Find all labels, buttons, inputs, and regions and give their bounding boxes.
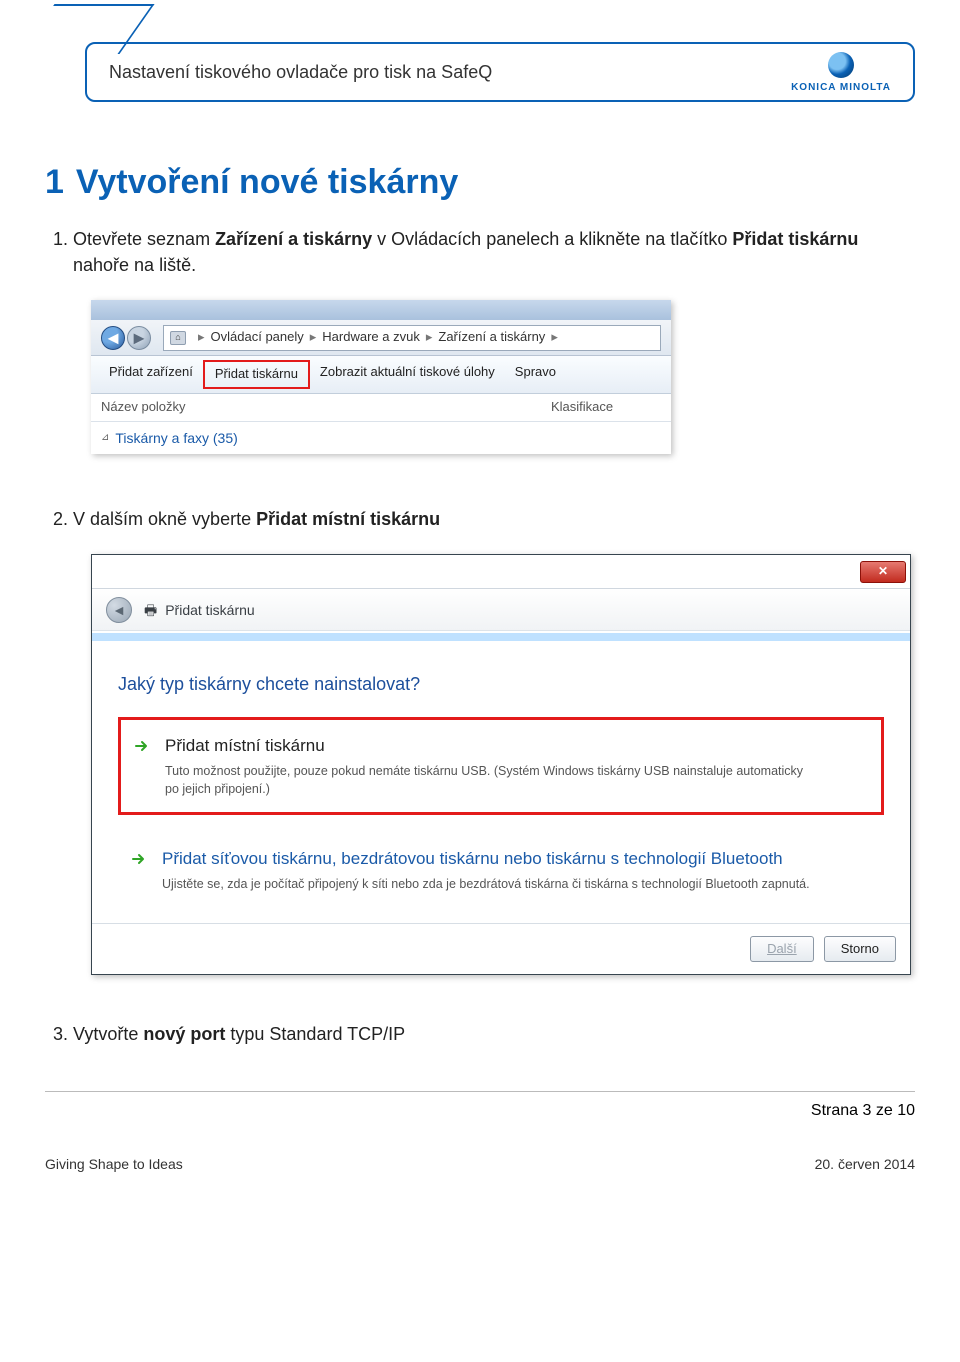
toolbar-show-jobs[interactable]: Zobrazit aktuální tiskové úlohy bbox=[310, 360, 505, 389]
step-3: Vytvořte nový port typu Standard TCP/IP bbox=[73, 1021, 915, 1047]
toolbar-manage[interactable]: Spravo bbox=[505, 360, 566, 389]
option-add-network-printer[interactable]: Přidat síťovou tiskárnu, bezdrátovou tis… bbox=[118, 833, 884, 907]
collapse-caret-icon: ⊿ bbox=[101, 431, 109, 446]
window-close-button[interactable]: ✕ bbox=[860, 561, 906, 583]
option-network-desc: Ujistěte se, zda je počítač připojený k … bbox=[162, 876, 810, 894]
brand-logo: KONICA MINOLTA bbox=[791, 52, 891, 93]
page-footer: Giving Shape to Ideas 20. červen 2014 bbox=[45, 1156, 915, 1172]
column-headers: Název položky Klasifikace bbox=[91, 394, 671, 422]
section-heading: 1 Vytvoření nové tiskárny bbox=[45, 163, 915, 202]
wizard-back-button[interactable]: ◄ bbox=[106, 597, 132, 623]
wizard-body: Jaký typ tiskárny chcete nainstalovat? P… bbox=[92, 657, 910, 923]
printer-icon: 🖶 bbox=[144, 600, 157, 620]
wizard-cancel-button[interactable]: Storno bbox=[824, 936, 896, 962]
wizard-title: Přidat tiskárnu bbox=[165, 600, 254, 620]
explorer-nav-row: ◄ ► ⌂ ▸ Ovládací panely ▸ Hardware a zvu… bbox=[91, 320, 671, 356]
breadcrumb[interactable]: ⌂ ▸ Ovládací panely ▸ Hardware a zvuk ▸ … bbox=[163, 325, 661, 351]
option-network-title: Přidat síťovou tiskárnu, bezdrátovou tis… bbox=[162, 847, 810, 872]
option-local-title: Přidat místní tiskárnu bbox=[165, 734, 815, 759]
option-local-desc: Tuto možnost použijte, pouze pokud nemát… bbox=[165, 763, 815, 798]
footer-rule bbox=[45, 1091, 915, 1092]
option-arrow-icon bbox=[133, 737, 151, 755]
footer-right: 20. červen 2014 bbox=[815, 1156, 915, 1172]
step-2: V dalším okně vyberte Přidat místní tisk… bbox=[73, 506, 915, 975]
col-name[interactable]: Název položky bbox=[101, 398, 551, 417]
step-1: Otevřete seznam Zařízení a tiskárny v Ov… bbox=[73, 226, 915, 454]
option-arrow-icon bbox=[130, 850, 148, 868]
toolbar-add-printer[interactable]: Přidat tiskárnu bbox=[203, 360, 310, 389]
breadcrumb-icon: ⌂ bbox=[170, 331, 186, 345]
wizard-next-button[interactable]: Další bbox=[750, 936, 814, 962]
page-header: Nastavení tiskového ovladače pro tisk na… bbox=[45, 30, 915, 108]
screenshot-devices-and-printers: ◄ ► ⌂ ▸ Ovládací panely ▸ Hardware a zvu… bbox=[91, 300, 671, 454]
category-row-printers[interactable]: ⊿ Tiskárny a faxy (35) bbox=[91, 422, 671, 454]
wizard-footer: Další Storno bbox=[92, 923, 910, 974]
screenshot-add-printer-wizard: ✕ ◄ 🖶 Přidat tiskárnu Jaký typ tiskárny … bbox=[91, 554, 911, 975]
wizard-accent-bar bbox=[92, 633, 910, 641]
header-title: Nastavení tiskového ovladače pro tisk na… bbox=[109, 62, 492, 83]
step-list: Otevřete seznam Zařízení a tiskárny v Ov… bbox=[45, 226, 915, 1047]
wizard-titlebar: ✕ bbox=[92, 555, 910, 589]
nav-back-button[interactable]: ◄ bbox=[101, 326, 125, 350]
wizard-subtitle-bar: ◄ 🖶 Přidat tiskárnu bbox=[92, 589, 910, 631]
brand-text: KONICA MINOLTA bbox=[791, 82, 891, 93]
header-card: Nastavení tiskového ovladače pro tisk na… bbox=[85, 42, 915, 102]
toolbar-add-device[interactable]: Přidat zařízení bbox=[99, 360, 203, 389]
crumb-2[interactable]: Hardware a zvuk bbox=[322, 328, 420, 347]
option-add-local-printer[interactable]: Přidat místní tiskárnu Tuto možnost použ… bbox=[118, 717, 884, 815]
window-chrome bbox=[91, 300, 671, 320]
document-page: Nastavení tiskového ovladače pro tisk na… bbox=[0, 0, 960, 1362]
section-number: 1 bbox=[45, 163, 64, 201]
wizard-heading: Jaký typ tiskárny chcete nainstalovat? bbox=[118, 671, 884, 697]
explorer-toolbar: Přidat zařízení Přidat tiskárnu Zobrazit… bbox=[91, 356, 671, 394]
category-label: Tiskárny a faxy (35) bbox=[115, 428, 237, 448]
nav-forward-button[interactable]: ► bbox=[127, 326, 151, 350]
brand-globe-icon bbox=[828, 52, 854, 78]
col-classification[interactable]: Klasifikace bbox=[551, 398, 661, 417]
page-number: Strana 3 ze 10 bbox=[45, 1102, 915, 1120]
crumb-1[interactable]: Ovládací panely bbox=[211, 328, 304, 347]
crumb-3[interactable]: Zařízení a tiskárny bbox=[438, 328, 545, 347]
section-title: Vytvoření nové tiskárny bbox=[76, 163, 458, 201]
footer-left: Giving Shape to Ideas bbox=[45, 1156, 183, 1172]
